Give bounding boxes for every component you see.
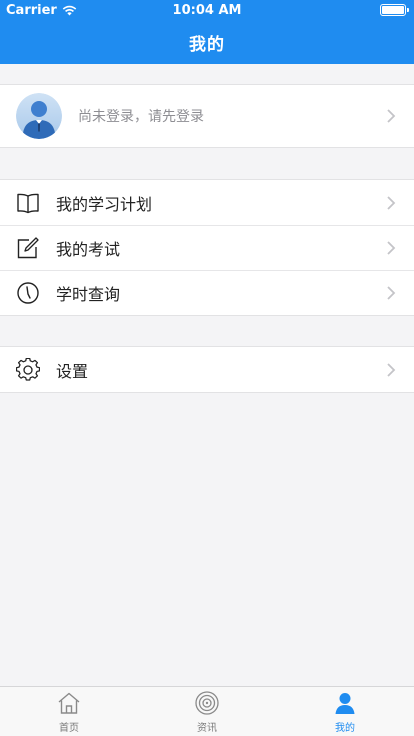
user-icon (332, 690, 358, 716)
nav-bar: Carrier 10:04 AM 我的 (0, 0, 414, 64)
menu-item-label: 学时查询 (56, 284, 121, 304)
home-icon (56, 690, 82, 716)
tab-news[interactable]: 资讯 (138, 687, 276, 736)
menu-group-settings: 设置 (0, 346, 414, 393)
book-icon (16, 191, 40, 215)
login-prompt: 尚未登录，请先登录 (78, 109, 204, 125)
chevron-right-icon (387, 195, 396, 210)
tab-label: 我的 (335, 723, 355, 734)
menu-item-label: 我的考试 (56, 239, 121, 259)
menu-item-settings[interactable]: 设置 (0, 347, 414, 392)
battery-icon (380, 4, 409, 16)
menu-group-learning: 我的学习计划 我的考试 学时查询 (0, 179, 414, 316)
menu-item-study-hours[interactable]: 学时查询 (0, 270, 414, 315)
chevron-right-icon (387, 362, 396, 377)
chevron-right-icon (387, 109, 396, 123)
profile-section: 尚未登录，请先登录 (0, 84, 414, 148)
chevron-right-icon (387, 240, 396, 255)
tab-home[interactable]: 首页 (0, 687, 138, 736)
menu-item-study-plan[interactable]: 我的学习计划 (0, 180, 414, 225)
edit-icon (16, 236, 40, 260)
app-screen: Carrier 10:04 AM 我的 尚未登录，请先登录 我的学习计划 我的考… (0, 0, 414, 736)
tab-label: 资讯 (197, 723, 217, 734)
page-title: 我的 (189, 35, 225, 55)
gear-icon (16, 357, 40, 382)
menu-item-my-exams[interactable]: 我的考试 (0, 225, 414, 270)
login-row[interactable]: 尚未登录，请先登录 (0, 85, 414, 147)
chevron-right-icon (387, 285, 396, 300)
tab-bar: 首页 资讯 我的 (0, 686, 414, 736)
avatar (16, 93, 62, 139)
news-icon (194, 690, 220, 716)
status-bar: Carrier 10:04 AM (0, 0, 414, 20)
menu-item-label: 设置 (56, 361, 89, 381)
clock-icon (16, 281, 40, 305)
status-time: 10:04 AM (172, 3, 242, 18)
menu-item-label: 我的学习计划 (56, 194, 153, 214)
tab-label: 首页 (59, 723, 79, 734)
tab-mine[interactable]: 我的 (276, 687, 414, 736)
